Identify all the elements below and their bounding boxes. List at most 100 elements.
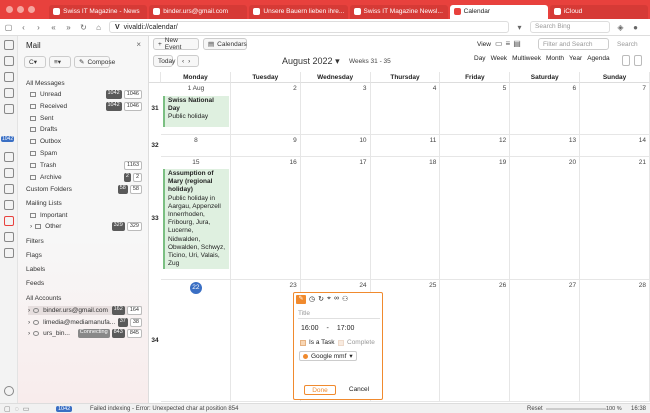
day-cell[interactable]: 12 <box>440 135 511 157</box>
status-icons[interactable]: ▢◌▭ <box>4 405 33 413</box>
account-item[interactable]: › urs_bin... Connecting 843 845 <box>28 329 142 338</box>
fast-forward-icon[interactable]: » <box>64 23 73 32</box>
day-cell[interactable]: 23 <box>230 280 301 402</box>
day-cell[interactable]: 13 <box>510 135 581 157</box>
day-cell[interactable]: 3 <box>300 83 371 135</box>
account-item[interactable]: › limedia@mediamanufa... 37 38 <box>28 317 142 327</box>
tab-2[interactable]: Unsere Bauern lieben ihre... <box>249 4 348 19</box>
home-icon[interactable]: ⌂ <box>94 23 103 32</box>
folder-archive[interactable]: Archive 2 2 <box>30 172 142 182</box>
week-number[interactable]: 34 <box>149 337 161 344</box>
sidebar-icon[interactable] <box>634 55 642 66</box>
folder-outbox[interactable]: Outbox <box>30 137 142 146</box>
search-input[interactable]: Search Bing <box>530 21 610 33</box>
view-year[interactable]: Year <box>569 55 582 62</box>
mastodon-icon[interactable] <box>4 232 14 242</box>
downloads-icon[interactable] <box>4 56 14 66</box>
day-cell[interactable]: 18 <box>370 157 441 280</box>
event-swiss-national-day[interactable]: Swiss National Day Public holiday <box>163 96 229 127</box>
day-cell[interactable]: 19 <box>440 157 511 280</box>
back-icon[interactable]: ‹ <box>19 23 28 32</box>
edit-icon[interactable]: ✎ <box>296 295 306 304</box>
view-multiweek[interactable]: Multiweek <box>512 55 541 62</box>
reload-icon[interactable]: ↻ <box>79 23 88 32</box>
event-title-input[interactable]: Title <box>298 307 380 319</box>
custom-folders-heading[interactable]: Custom Folders 58 58 <box>26 185 142 194</box>
all-accounts-heading[interactable]: All Accounts <box>26 295 61 302</box>
mailing-lists-heading[interactable]: Mailing Lists <box>26 200 62 207</box>
tab-3[interactable]: Swiss IT Magazine Newsl... <box>349 4 448 19</box>
folder-drafts[interactable]: Drafts <box>30 125 142 134</box>
folder-unread[interactable]: Unread 1042 1046 <box>30 90 142 99</box>
calendar-select[interactable]: Google mmf ▾ <box>299 351 357 361</box>
notes-icon[interactable] <box>4 88 14 98</box>
zoom-slider[interactable] <box>546 408 606 410</box>
day-cell[interactable]: 16 <box>230 157 301 280</box>
contacts-icon[interactable] <box>4 184 14 194</box>
tab-5[interactable]: iCloud <box>549 4 648 19</box>
day-cell[interactable]: 11 <box>370 135 441 157</box>
bookmark-icon[interactable]: ▾ <box>515 23 524 32</box>
today-button[interactable]: Today <box>153 55 175 67</box>
week-number[interactable]: 31 <box>149 105 161 112</box>
view-week[interactable]: Week <box>491 55 508 62</box>
reading-list-icon[interactable] <box>4 104 14 114</box>
invite-icon[interactable]: ⚇ <box>342 295 348 304</box>
filters-heading[interactable]: Filters <box>26 238 44 245</box>
history-icon[interactable] <box>4 72 14 82</box>
feeds-heading[interactable]: Feeds <box>26 280 44 287</box>
location-icon[interactable]: ⌖ <box>327 295 331 304</box>
clock-icon[interactable]: ◷ <box>309 295 315 304</box>
reset-zoom-button[interactable]: Reset <box>527 406 543 412</box>
day-cell[interactable]: 4 <box>370 83 441 135</box>
layout-icon[interactable] <box>622 55 630 66</box>
day-cell[interactable]: 5 <box>440 83 511 135</box>
day-cell[interactable]: 6 <box>510 83 581 135</box>
day-cell[interactable]: 7 <box>580 83 650 135</box>
account-item[interactable]: › binder.urs@gmail.com 162 164 <box>28 306 142 315</box>
folder-trash[interactable]: Trash 1163 <box>30 160 142 170</box>
end-time[interactable]: 17:00 <box>337 325 355 332</box>
folder-spam[interactable]: Spam <box>30 149 142 158</box>
view-day[interactable]: Day <box>474 55 486 62</box>
day-cell[interactable]: 20 <box>510 157 581 280</box>
day-cell[interactable]: 14 <box>580 135 650 157</box>
tab-0[interactable]: Swiss IT Magazine - News <box>49 4 148 19</box>
day-cell[interactable]: 2 <box>230 83 301 135</box>
tab-calendar[interactable]: Calendar <box>449 4 548 19</box>
repeat-icon[interactable]: ↻ <box>318 295 324 304</box>
cancel-button[interactable]: Cancel <box>342 385 376 395</box>
done-button[interactable]: Done <box>304 385 336 395</box>
panel-toggle-icon[interactable]: ▢ <box>4 23 13 32</box>
settings-icon[interactable] <box>4 386 14 396</box>
new-event-button[interactable]: + New Event <box>153 37 199 51</box>
day-cell[interactable]: 22 <box>161 280 231 402</box>
url-input[interactable]: Vvivaldi://calendar/ <box>109 21 509 33</box>
prev-next-buttons[interactable]: ‹› <box>177 55 199 67</box>
search-button[interactable]: Search <box>613 38 641 50</box>
bookmarks-icon[interactable] <box>4 40 14 50</box>
mailing-list-important[interactable]: Important <box>30 211 142 220</box>
close-icon[interactable]: × <box>136 40 141 49</box>
folder-received[interactable]: Received 1042 1046 <box>30 101 142 111</box>
day-cell[interactable]: 28 <box>580 280 650 402</box>
vivaldi-icon[interactable] <box>4 216 14 226</box>
view-toggle-icons[interactable]: ▭≡▤ <box>495 39 524 48</box>
calendar-icon[interactable] <box>4 152 14 162</box>
status-mail-badge[interactable]: 1042 <box>56 405 73 412</box>
complete-checkbox[interactable]: Complete <box>338 339 375 346</box>
compose-button[interactable]: ✎ Compose <box>74 56 115 68</box>
wikipedia-icon[interactable] <box>4 248 14 258</box>
profile-icon[interactable]: ● <box>631 23 640 32</box>
folder-sent[interactable]: Sent <box>30 114 142 123</box>
day-cell[interactable]: 27 <box>510 280 581 402</box>
all-messages-heading[interactable]: All Messages <box>26 80 65 87</box>
mailing-list-other[interactable]: › Other 329 329 <box>30 222 142 231</box>
day-cell[interactable]: 10 <box>300 135 371 157</box>
feeds-icon[interactable] <box>4 168 14 178</box>
view-agenda[interactable]: Agenda <box>587 55 609 62</box>
window-controls[interactable] <box>6 6 49 13</box>
view-month[interactable]: Month <box>546 55 564 62</box>
week-number[interactable]: 32 <box>149 142 161 149</box>
day-cell[interactable]: 9 <box>230 135 301 157</box>
